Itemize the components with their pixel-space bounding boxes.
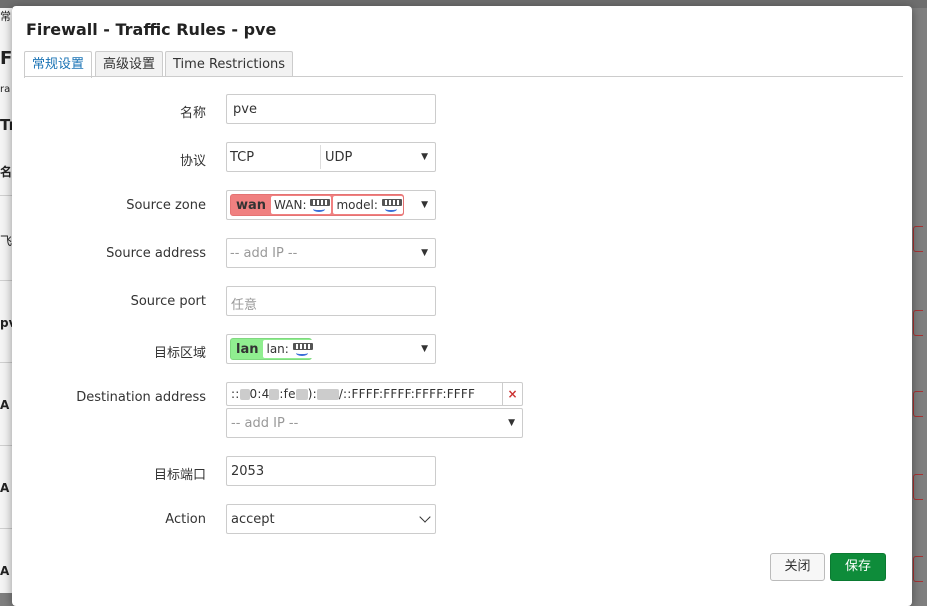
- background-fragment: ra: [0, 84, 11, 95]
- traffic-rule-modal: Firewall - Traffic Rules - pve 常规设置 高级设置…: [12, 6, 912, 606]
- background-divider: [0, 445, 12, 446]
- background-fragment: A: [0, 481, 10, 495]
- dest-port-value: 2053: [231, 464, 265, 479]
- save-button[interactable]: 保存: [830, 553, 886, 581]
- source-zone-device-label: WAN:: [274, 198, 307, 212]
- background-button: [913, 556, 923, 582]
- protocol-divider: [320, 145, 321, 169]
- caret-down-icon: ▼: [508, 418, 515, 428]
- source-address-select[interactable]: -- add IP -- ▼: [226, 238, 436, 268]
- tab-time-restrictions[interactable]: Time Restrictions: [165, 51, 294, 77]
- action-select[interactable]: accept: [226, 504, 436, 534]
- background-button: [913, 226, 923, 252]
- name-label: 名称: [179, 106, 206, 121]
- ethernet-port-icon: [310, 199, 331, 212]
- dest-zone-device-label: lan:: [266, 342, 289, 356]
- caret-down-icon: ▼: [421, 152, 428, 162]
- remove-address-button[interactable]: ×: [502, 383, 522, 405]
- dest-address-add-placeholder: -- add IP --: [231, 416, 299, 431]
- dest-address-label: Destination address: [76, 390, 206, 405]
- modal-title: Firewall - Traffic Rules - pve: [26, 20, 277, 39]
- background-button: [913, 310, 923, 336]
- background-fragment: 常: [0, 10, 11, 23]
- dest-address-part: ):: [307, 387, 317, 401]
- ethernet-port-icon: [381, 199, 402, 212]
- protocol-label: 协议: [179, 154, 206, 169]
- source-zone-name: wan: [236, 197, 267, 213]
- dest-address-add-select[interactable]: -- add IP -- ▼: [226, 408, 523, 438]
- dest-address-part: 0:4: [249, 387, 270, 401]
- background-button: [913, 474, 923, 500]
- source-address-label: Source address: [106, 246, 206, 261]
- dest-zone-badge: lan lan:: [230, 338, 314, 360]
- ethernet-port-icon: [292, 343, 313, 356]
- name-input-value: pve: [233, 102, 257, 117]
- source-zone-label: Source zone: [126, 198, 206, 213]
- dest-zone-label: 目标区域: [153, 346, 206, 361]
- source-zone-device: WAN:: [271, 196, 332, 214]
- caret-down-icon: ▼: [421, 344, 428, 354]
- tab-advanced-settings[interactable]: 高级设置: [95, 51, 164, 77]
- protocol-select[interactable]: TCP UDP ▼: [226, 142, 436, 172]
- background-divider: [0, 195, 12, 196]
- source-zone-select[interactable]: wan WAN: model: ▼: [226, 190, 436, 220]
- dest-address-part: /::FFFF:FFFF:FFFF:FFFF: [338, 387, 476, 401]
- action-value: accept: [231, 512, 275, 527]
- protocol-value-tcp: TCP: [230, 150, 255, 165]
- dest-address-part: :fe: [279, 387, 296, 401]
- tab-underline: [24, 76, 903, 77]
- dest-zone-device: lan:: [263, 340, 314, 358]
- source-zone-badge: wan WAN: model:: [230, 194, 404, 216]
- redacted-block: [295, 389, 308, 400]
- caret-down-icon: ▼: [421, 200, 428, 210]
- action-label: Action: [165, 512, 206, 527]
- background-right-strip: [912, 0, 927, 593]
- background-divider: [0, 280, 12, 281]
- protocol-value-udp: UDP: [325, 150, 353, 165]
- background-button: [913, 391, 923, 417]
- dest-zone-name: lan: [236, 341, 259, 357]
- background-divider: [0, 362, 12, 363]
- dest-address-entry[interactable]: :: 0:4 :fe): /::FFFF:FFFF:FFFF:FFFF ×: [226, 382, 523, 406]
- source-port-placeholder: 任意: [231, 298, 258, 313]
- dest-port-label: 目标端口: [153, 468, 206, 483]
- caret-down-icon: ▼: [421, 248, 428, 258]
- tab-general-settings[interactable]: 常规设置: [24, 51, 93, 78]
- dest-address-value: :: 0:4 :fe): /::FFFF:FFFF:FFFF:FFFF: [231, 387, 475, 401]
- dest-zone-select[interactable]: lan lan: ▼: [226, 334, 436, 364]
- redacted-block: [239, 389, 250, 400]
- background-divider: [0, 528, 12, 529]
- redacted-block: [316, 389, 339, 400]
- background-fragment: A: [0, 564, 10, 578]
- redacted-block: [269, 389, 280, 400]
- source-zone-device: model:: [333, 196, 403, 214]
- dest-port-input[interactable]: 2053: [226, 456, 436, 486]
- chevron-down-icon: [419, 511, 431, 523]
- source-port-input[interactable]: 任意: [226, 286, 436, 316]
- source-address-placeholder: -- add IP --: [230, 246, 298, 261]
- close-button[interactable]: 关闭: [770, 553, 825, 581]
- dest-address-part: ::: [231, 387, 240, 401]
- name-input[interactable]: pve: [226, 94, 436, 124]
- source-port-label: Source port: [130, 294, 206, 309]
- source-zone-device-label: model:: [336, 198, 378, 212]
